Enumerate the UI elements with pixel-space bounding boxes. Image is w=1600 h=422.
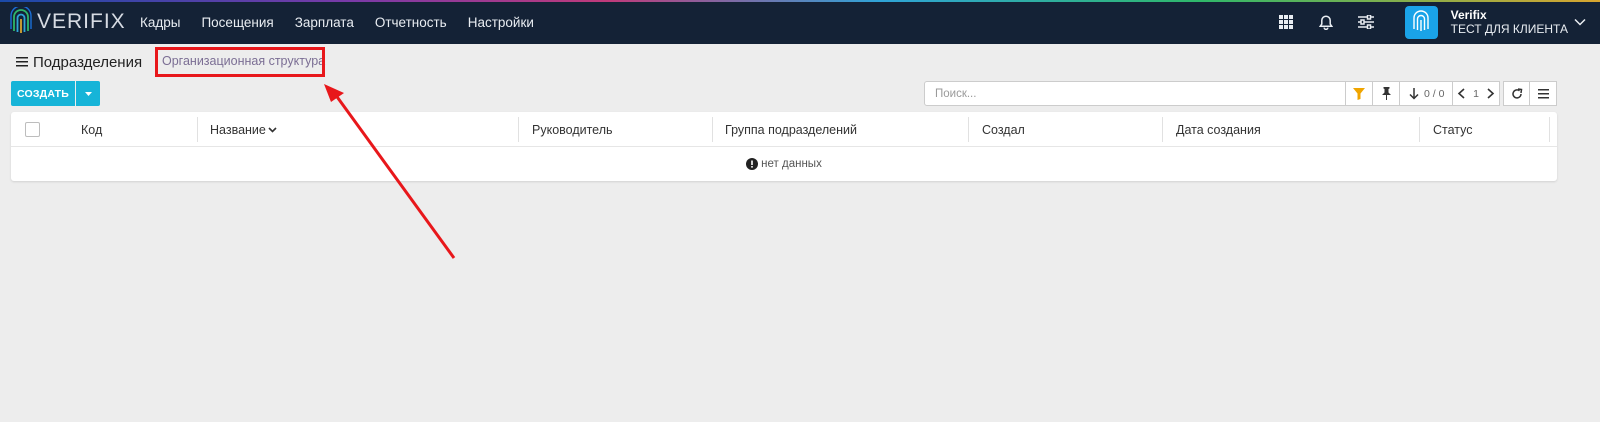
page-title: Подразделения — [33, 53, 143, 71]
pin-icon — [1381, 87, 1391, 100]
table-card: Код Название Руководитель Группа подразд… — [11, 112, 1557, 181]
avatar — [1404, 5, 1438, 39]
nav-item-attendance[interactable]: Посещения — [201, 15, 273, 30]
user-menu[interactable]: Verifix ТЕСТ ДЛЯ КЛИЕНТА — [1401, 5, 1586, 39]
column-header-status[interactable]: Статус — [1433, 112, 1473, 147]
filter-icon — [1353, 87, 1365, 100]
column-header-created-by[interactable]: Создал — [982, 112, 1025, 147]
nav-item-payroll[interactable]: Зарплата — [295, 15, 354, 30]
create-button[interactable]: СОЗДАТЬ — [11, 81, 75, 106]
user-company: ТЕСТ ДЛЯ КЛИЕНТА — [1450, 22, 1568, 36]
search-input[interactable] — [924, 81, 1346, 106]
hamburger-menu-icon[interactable] — [16, 56, 29, 68]
page-number: 1 — [1473, 87, 1479, 100]
column-header-name[interactable]: Название — [210, 112, 277, 147]
column-header-code[interactable]: Код — [81, 112, 102, 147]
list-icon — [1537, 88, 1549, 98]
pager-count-text: 0 / 0 — [1424, 87, 1445, 100]
sort-chevron-down-icon — [268, 126, 277, 133]
app-logo[interactable]: VERIFIX — [10, 6, 126, 38]
create-dropdown-button[interactable] — [76, 81, 100, 106]
column-header-division-group[interactable]: Группа подразделений — [725, 112, 857, 147]
arrow-down-icon — [1409, 87, 1419, 100]
select-all-checkbox[interactable] — [25, 122, 40, 137]
fingerprint-logo-icon — [10, 7, 32, 33]
nav-item-staff[interactable]: Кадры — [140, 15, 180, 30]
main-menu: Кадры Посещения Зарплата Отчетность Наст… — [140, 0, 555, 44]
refresh-icon — [1511, 87, 1522, 99]
nav-item-reports[interactable]: Отчетность — [375, 15, 447, 30]
column-divider[interactable] — [1419, 117, 1420, 142]
chevron-left-icon[interactable] — [1457, 88, 1465, 99]
pager-nav: 1 — [1453, 81, 1500, 106]
bell-icon — [1318, 14, 1333, 30]
list-settings-button[interactable] — [1530, 81, 1557, 106]
column-divider[interactable] — [968, 117, 969, 142]
caret-down-icon — [84, 91, 92, 96]
column-divider[interactable] — [518, 117, 519, 142]
empty-state: нет данных — [11, 147, 1557, 181]
filters-settings-button[interactable] — [1349, 0, 1383, 44]
pager-count[interactable]: 0 / 0 — [1400, 81, 1453, 106]
column-header-created-date[interactable]: Дата создания — [1176, 112, 1261, 147]
chevron-right-icon[interactable] — [1487, 88, 1495, 99]
fingerprint-icon — [1413, 10, 1429, 31]
grid-icon — [1278, 15, 1293, 29]
column-divider[interactable] — [197, 117, 198, 142]
chevron-down-icon — [1574, 18, 1586, 26]
notifications-button[interactable] — [1309, 0, 1343, 44]
user-name: Verifix — [1450, 8, 1487, 22]
column-divider[interactable] — [712, 117, 713, 142]
top-navbar: VERIFIX Кадры Посещения Зарплата Отчетно… — [0, 0, 1600, 44]
logo-text: VERIFIX — [37, 10, 126, 33]
navbar-actions: Verifix ТЕСТ ДЛЯ КЛИЕНТА — [1269, 0, 1600, 44]
refresh-button[interactable] — [1503, 81, 1530, 106]
exclamation-circle-icon — [746, 158, 759, 170]
filter-button[interactable] — [1346, 81, 1373, 106]
sliders-icon — [1357, 15, 1374, 29]
empty-state-text: нет данных — [761, 158, 822, 170]
org-structure-link[interactable]: Организационная структура — [162, 54, 325, 68]
nav-item-settings[interactable]: Настройки — [468, 15, 534, 30]
column-divider[interactable] — [1162, 117, 1163, 142]
column-header-manager[interactable]: Руководитель — [532, 112, 613, 147]
table-header: Код Название Руководитель Группа подразд… — [11, 112, 1557, 147]
column-divider[interactable] — [1549, 117, 1550, 142]
apps-grid-button[interactable] — [1269, 0, 1303, 44]
pin-button[interactable] — [1373, 81, 1400, 106]
breadcrumb: Подразделения — [16, 52, 142, 72]
